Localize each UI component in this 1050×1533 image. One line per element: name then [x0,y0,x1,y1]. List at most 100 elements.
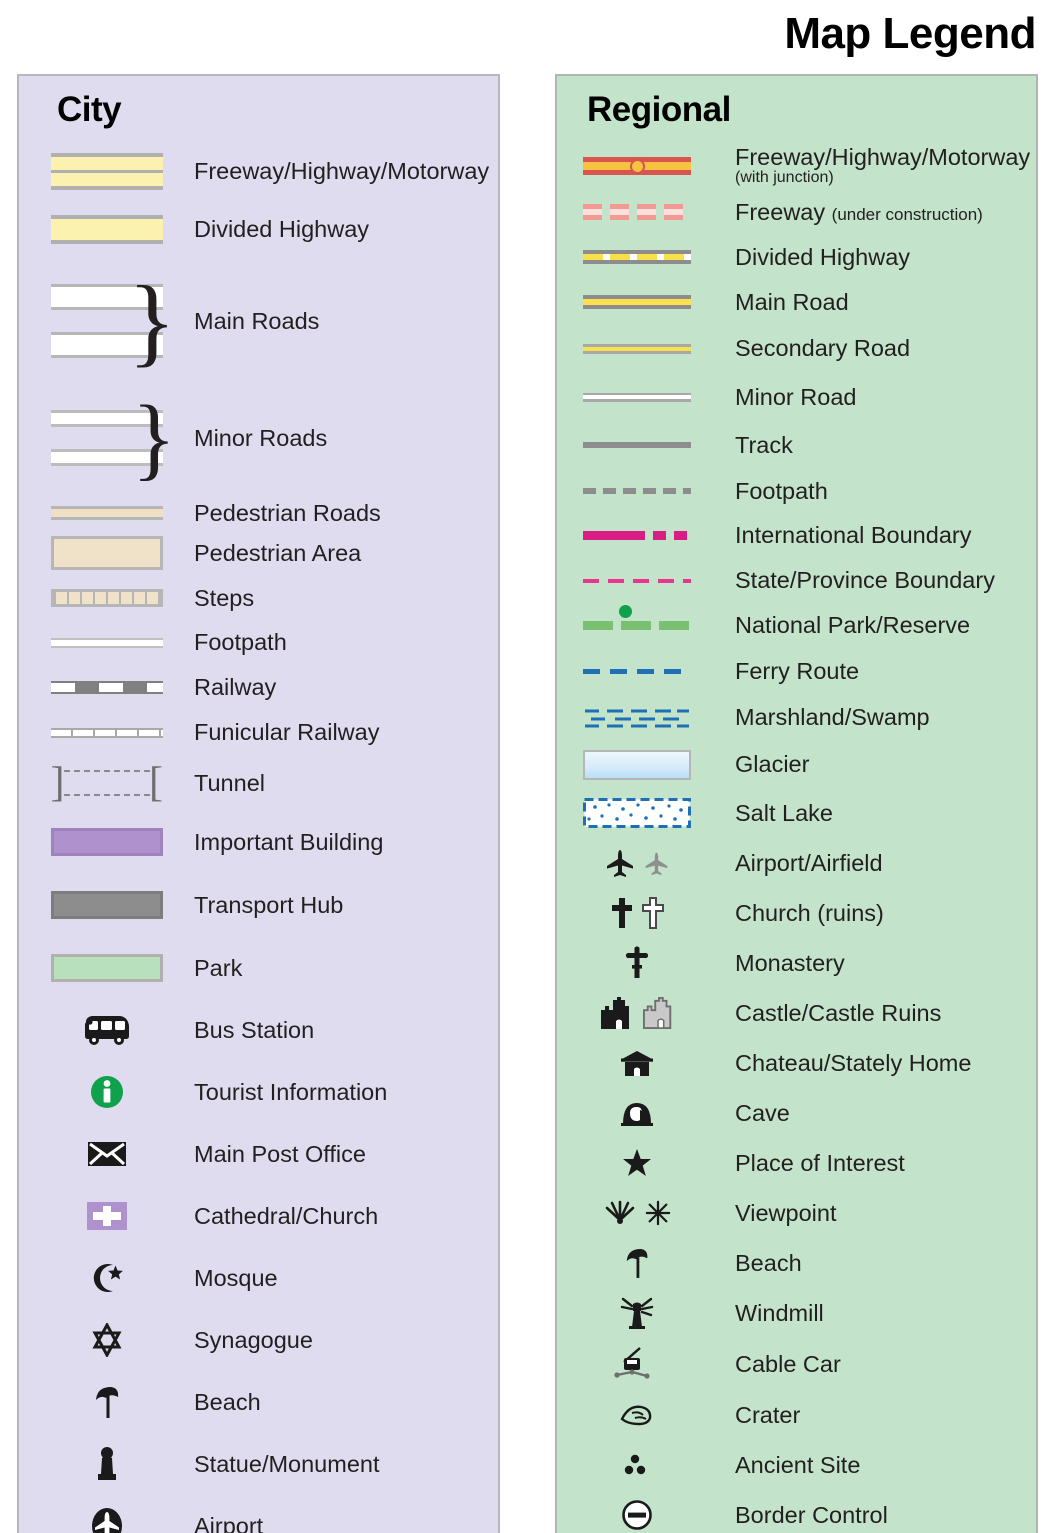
legend-row-regional-minor-road[interactable]: Minor Road [557,373,1036,421]
freeway-swatch [19,152,194,190]
legend-row-city-main-roads[interactable]: } Main Roads [19,266,498,376]
legend-row-city-funicular-railway[interactable]: Funicular Railway [19,710,498,755]
legend-row-regional-monastery[interactable]: Monastery [557,938,1036,988]
legend-label: Footpath [735,477,828,504]
bracket-right-icon: ] [148,760,163,806]
legend-label: Church (ruins) [735,899,884,926]
legend-row-city-park[interactable]: Park [19,937,498,999]
legend-label: Beach [194,1388,261,1415]
legend-row-city-important-building[interactable]: Important Building [19,811,498,873]
legend-label: Main Roads [194,307,320,334]
legend-row-city-minor-roads[interactable]: } Minor Roads [19,390,498,486]
legend-label: Airport/Airfield [735,849,883,876]
legend-row-city-synagogue[interactable]: Synagogue [19,1309,498,1371]
legend-row-regional-secondary-road[interactable]: Secondary Road [557,324,1036,373]
crescent-star-icon [19,1261,194,1295]
legend-row-city-bus-station[interactable]: Bus Station [19,999,498,1061]
legend-row-regional-international-boundary[interactable]: International Boundary [557,513,1036,558]
legend-row-city-tourist-information[interactable]: Tourist Information [19,1061,498,1123]
legend-row-city-divided-highway[interactable]: Divided Highway [19,210,498,248]
legend-row-regional-viewpoint[interactable]: Viewpoint [557,1188,1036,1238]
castle-solid-icon [600,997,629,1029]
regional-legend-panel: Regional Freeway/Highway/Motorway (with … [555,74,1038,1533]
footpath-swatch [19,637,194,648]
legend-label: International Boundary [735,522,972,549]
pedestrian-area-swatch [19,536,194,570]
cross-solid-icon [611,898,632,928]
legend-row-regional-ancient-site[interactable]: Ancient Site [557,1440,1036,1490]
legend-row-city-steps[interactable]: Steps [19,576,498,620]
legend-row-city-statue-monument[interactable]: Statue/Monument [19,1433,498,1495]
legend-row-regional-national-park[interactable]: National Park/Reserve [557,603,1036,648]
legend-row-regional-cave[interactable]: Cave [557,1088,1036,1138]
star-of-david-icon [19,1323,194,1357]
legend-row-city-main-post-office[interactable]: Main Post Office [19,1123,498,1185]
legend-label: Chateau/Stately Home [735,1049,972,1076]
legend-row-regional-state-boundary[interactable]: State/Province Boundary [557,558,1036,603]
information-icon [19,1074,194,1110]
legend-row-regional-ferry-route[interactable]: Ferry Route [557,648,1036,694]
legend-label: Steps [194,584,255,611]
legend-label: Synagogue [194,1326,313,1353]
minor-road-swatch [557,392,717,402]
steps-swatch [19,589,194,607]
legend-row-regional-church-ruins[interactable]: Church (ruins) [557,888,1036,938]
legend-row-regional-crater[interactable]: Crater [557,1390,1036,1440]
legend-row-city-freeway[interactable]: Freeway/Highway/Motorway [19,148,498,194]
legend-row-regional-freeway-under-construction[interactable]: Freeway (under construction) [557,190,1036,234]
city-legend-panel: City Freeway/Highway/Motorway Divided Hi… [17,74,500,1533]
legend-row-regional-chateau[interactable]: Chateau/Stately Home [557,1038,1036,1088]
map-legend-page: Map Legend City Freeway/Highway/Motorway… [0,0,1050,1533]
legend-row-regional-divided-highway[interactable]: Divided Highway [557,234,1036,280]
crater-icon [557,1402,717,1428]
legend-row-regional-glacier[interactable]: Glacier [557,741,1036,788]
legend-label: Glacier [735,751,810,778]
legend-row-regional-marshland[interactable]: Marshland/Swamp [557,694,1036,741]
legend-row-city-beach[interactable]: Beach [19,1371,498,1433]
legend-label: Track [735,431,793,458]
legend-row-city-airport[interactable]: Airport [19,1495,498,1533]
legend-row-city-transport-hub[interactable]: Transport Hub [19,873,498,937]
legend-row-regional-beach[interactable]: Beach [557,1238,1036,1288]
legend-label: Tourist Information [194,1078,388,1105]
legend-row-regional-freeway[interactable]: Freeway/Highway/Motorway (with junction) [557,142,1036,190]
legend-label: Minor Roads [194,424,328,451]
windmill-icon [557,1296,717,1330]
legend-row-city-mosque[interactable]: Mosque [19,1247,498,1309]
cave-icon [557,1099,717,1127]
city-legend-rows: Freeway/Highway/Motorway Divided Highway… [19,148,498,1533]
legend-row-regional-main-road[interactable]: Main Road [557,280,1036,324]
legend-label: Minor Road [735,383,857,410]
park-swatch [19,954,194,982]
curly-brace-icon: } [131,386,176,489]
legend-row-regional-windmill[interactable]: Windmill [557,1288,1036,1338]
legend-row-regional-castle[interactable]: Castle/Castle Ruins [557,988,1036,1038]
legend-row-city-pedestrian-area[interactable]: Pedestrian Area [19,530,498,576]
monastery-cross-icon [557,946,717,980]
legend-row-regional-footpath[interactable]: Footpath [557,469,1036,513]
legend-row-city-pedestrian-roads[interactable]: Pedestrian Roads [19,496,498,530]
legend-row-regional-airport-airfield[interactable]: Airport/Airfield [557,838,1036,888]
viewpoint-fan-icon [605,1200,634,1224]
divided-highway-swatch [557,250,717,264]
freeway-under-construction-swatch [557,204,717,220]
city-panel-heading: City [57,90,122,129]
park-dot-icon [619,605,632,618]
legend-row-regional-track[interactable]: Track [557,421,1036,469]
legend-label: Viewpoint [735,1199,837,1226]
legend-row-regional-cable-car[interactable]: Cable Car [557,1338,1036,1390]
legend-row-city-footpath[interactable]: Footpath [19,620,498,665]
legend-row-city-tunnel[interactable]: ] ] Tunnel [19,755,498,811]
legend-row-city-railway[interactable]: Railway [19,665,498,710]
legend-label-main: Freeway/Highway/Motorway [735,144,1031,171]
legend-row-regional-salt-lake[interactable]: Salt Lake [557,788,1036,838]
legend-label: Divided Highway [194,215,370,242]
legend-row-regional-place-of-interest[interactable]: Place of Interest [557,1138,1036,1188]
legend-row-city-cathedral-church[interactable]: Cathedral/Church [19,1185,498,1247]
legend-label: Border Control [735,1501,888,1528]
glacier-swatch [557,749,717,780]
legend-label: Important Building [194,828,384,855]
legend-row-regional-border-control[interactable]: Border Control [557,1490,1036,1533]
important-building-swatch [19,828,194,856]
legend-label: Place of Interest [735,1149,905,1176]
